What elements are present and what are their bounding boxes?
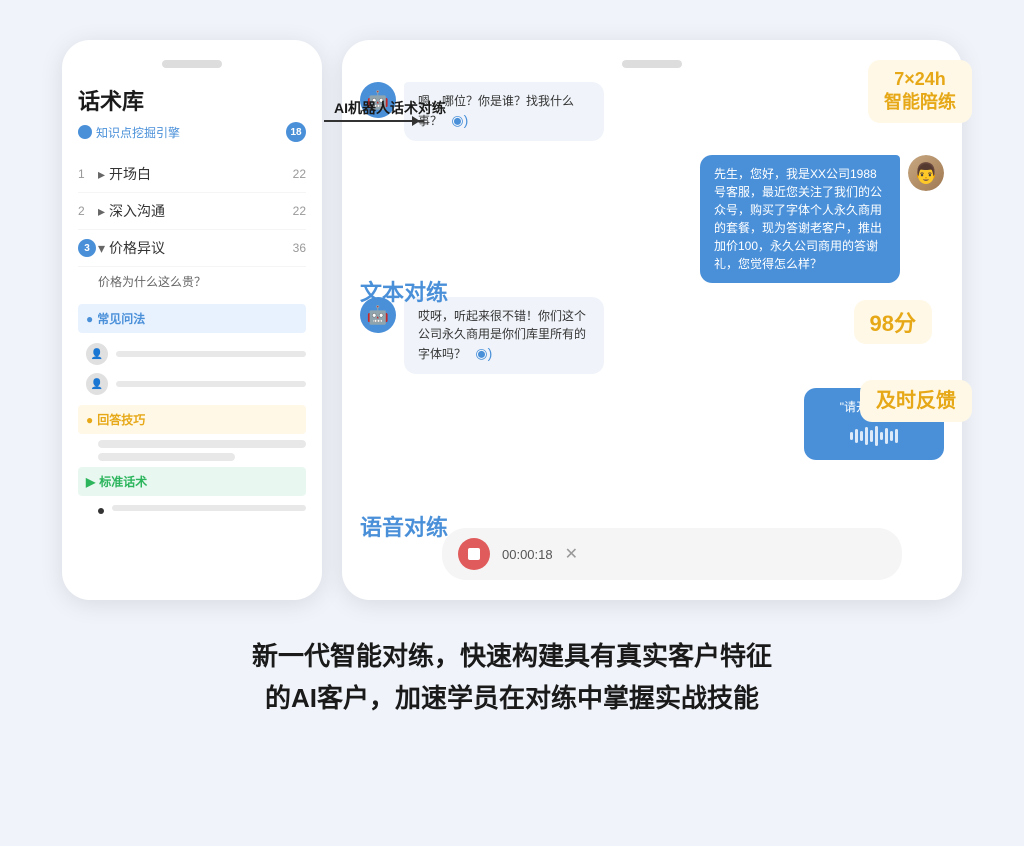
bottom-line-1: 新一代智能对练，快速构建具有真实客户特征 (252, 636, 772, 678)
menu-num-2: 2 (78, 204, 98, 218)
wave-1 (850, 432, 853, 440)
main-ui-container: 话术库 知识点挖掘引擎 18 1 ▸ 开场白 22 2 ▸ 深入沟通 22 3 … (62, 40, 962, 600)
standard-line (112, 505, 306, 511)
wave-9 (890, 431, 893, 441)
section-header-faq: ● 常见问法 (78, 304, 306, 333)
wave-7 (880, 432, 883, 440)
timer-display: 00:00:18 (502, 547, 553, 562)
menu-count-1: 22 (293, 167, 306, 181)
menu-label-2: 深入沟通 (109, 201, 293, 221)
menu-arrow-2: ▸ (98, 203, 105, 220)
avatar-2: 👤 (86, 373, 108, 395)
close-button[interactable]: ✕ (565, 544, 578, 564)
arrow-connector: AI机器人话术对练 (324, 120, 424, 122)
chat-bubble-3: 哎呀，听起来很不错！你们这个公司永久商用是你们库里所有的字体吗？ ◉) (404, 297, 604, 374)
badge-timely: 及时反馈 (860, 380, 972, 422)
menu-count-3: 36 (293, 241, 306, 255)
wave-4 (865, 427, 868, 445)
avatar-1: 👤 (86, 343, 108, 365)
menu-label-3: 价格异议 (109, 238, 293, 258)
record-stop-button[interactable] (458, 538, 490, 570)
avatar-row-2: 👤 (78, 369, 306, 399)
menu-count-2: 22 (293, 204, 306, 218)
right-chat-panel: 7×24h智能陪练 🤖 嗯，哪位？你是谁？找我什么事？ ◉) 👨 先生，您好，我… (342, 40, 962, 600)
menu-item-2[interactable]: 2 ▸ 深入沟通 22 (78, 193, 306, 230)
human-avatar-1: 👨 (908, 155, 944, 191)
sound-icon-1: ◉) (451, 112, 468, 128)
panel-title: 话术库 (78, 84, 306, 116)
chat-bubble-2: 先生，您好，我是XX公司1988号客服，最近您关注了我们的公众号，购买了字体个人… (700, 155, 900, 283)
chat-notch (622, 60, 682, 68)
subtitle-dot (78, 125, 92, 139)
wave-5 (870, 430, 873, 442)
menu-arrow-1: ▸ (98, 166, 105, 183)
badge-247-text: 7×24h智能陪练 (884, 69, 956, 112)
bubble-text-2: 先生，您好，我是XX公司1988号客服，最近您关注了我们的公众号，购买了字体个人… (714, 167, 882, 271)
wave-2 (855, 429, 858, 443)
standard-dot-row (78, 502, 306, 514)
wave-3 (860, 431, 863, 441)
section-header-standard: ▶ 标准话术 (78, 467, 306, 496)
wave-8 (885, 428, 888, 444)
standard-icon: ▶ (86, 475, 95, 489)
voice-practice-label: 语音对练 (360, 510, 448, 542)
avatar-row-1: 👤 (78, 339, 306, 369)
menu-item-1[interactable]: 1 ▸ 开场白 22 (78, 156, 306, 193)
arrow-line (324, 120, 424, 122)
bottom-text-block: 新一代智能对练，快速构建具有真实客户特征 的AI客户，加速学员在对练中掌握实战技… (252, 636, 772, 719)
standard-label: 标准话术 (99, 473, 147, 490)
tips-label: 回答技巧 (97, 411, 145, 428)
human-face: 👨 (908, 155, 944, 191)
tips-icon: ● (86, 413, 93, 427)
menu-item-3[interactable]: 3 ▾ 价格异议 36 (78, 230, 306, 267)
placeholder-2 (98, 453, 235, 461)
standard-bullet (98, 508, 104, 514)
faq-label: 常见问法 (97, 310, 145, 327)
subtitle-text: 知识点挖掘引擎 (96, 124, 180, 141)
bottom-line-2: 的AI客户，加速学员在对练中掌握实战技能 (252, 678, 772, 720)
text-practice-label: 文本对练 (360, 275, 448, 307)
stop-icon (468, 548, 480, 560)
badge-247: 7×24h智能陪练 (868, 60, 972, 123)
menu-num-1: 1 (78, 167, 98, 181)
placeholder-1 (98, 440, 306, 448)
panel-subtitle: 知识点挖掘引擎 18 (78, 122, 306, 142)
avatar-line-1 (116, 351, 306, 357)
badge-count: 18 (286, 122, 306, 142)
score-badge: 98分 (854, 300, 932, 344)
wave-10 (895, 429, 898, 443)
voice-controls: 00:00:18 ✕ (442, 528, 902, 580)
sound-icon-2: ◉) (475, 345, 492, 361)
phone-notch (162, 60, 222, 68)
wave-6 (875, 426, 878, 446)
left-phone-panel: 话术库 知识点挖掘引擎 18 1 ▸ 开场白 22 2 ▸ 深入沟通 22 3 … (62, 40, 322, 600)
faq-icon: ● (86, 312, 93, 326)
sub-question: 价格为什么这么贵？ (78, 267, 306, 298)
chat-message-2: 👨 先生，您好，我是XX公司1988号客服，最近您关注了我们的公众号，购买了字体… (360, 155, 944, 283)
menu-arrow-3: ▾ (98, 240, 105, 257)
arrow-label: AI机器人话术对练 (334, 98, 446, 118)
section-header-tips: ● 回答技巧 (78, 405, 306, 434)
bubble-text-3: 哎呀，听起来很不错！你们这个公司永久商用是你们库里所有的字体吗？ (418, 309, 586, 361)
voice-controls-bar: 00:00:18 ✕ (442, 522, 902, 580)
avatar-line-2 (116, 381, 306, 387)
menu-label-1: 开场白 (109, 164, 293, 184)
chat-message-1: 🤖 嗯，哪位？你是谁？找我什么事？ ◉) (360, 82, 944, 141)
menu-num-3: 3 (78, 239, 96, 257)
chat-message-4: "请开始发言" (360, 388, 944, 460)
arrow-wrapper: AI机器人话术对练 (324, 120, 424, 122)
waveform (850, 426, 898, 446)
